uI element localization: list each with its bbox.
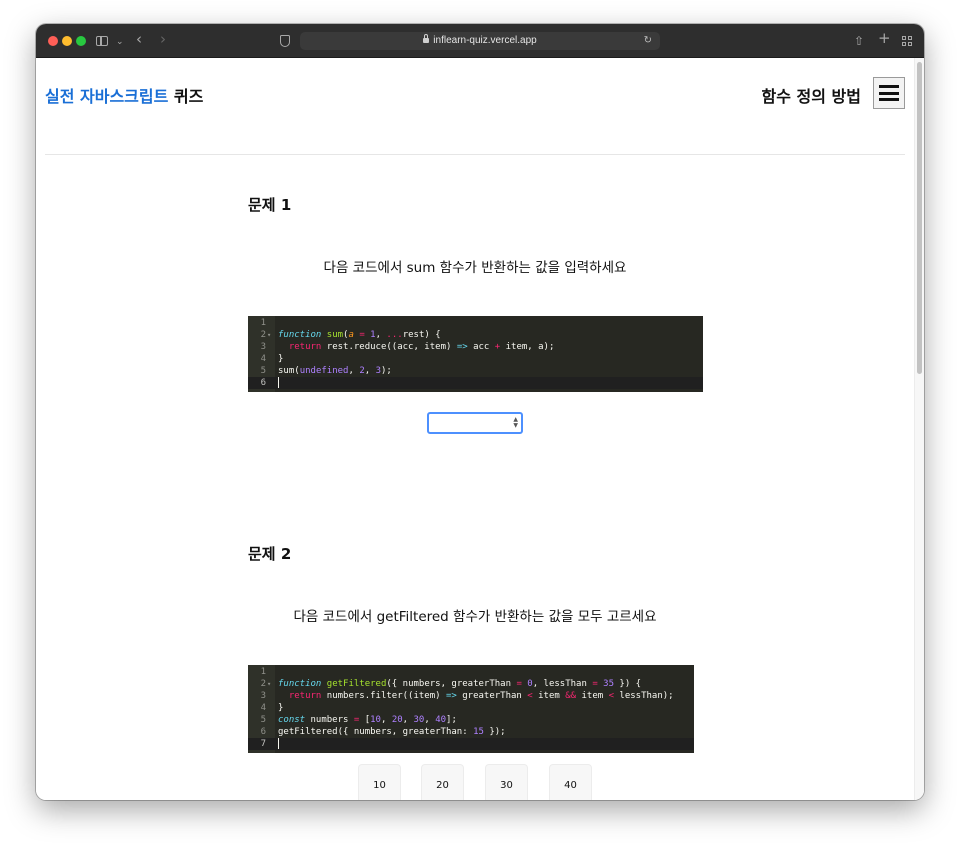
question-2-title: 문제 2 (248, 545, 292, 563)
option-button-30[interactable]: 30 (485, 764, 528, 800)
hamburger-icon-bar (879, 91, 899, 95)
option-button-20[interactable]: 20 (421, 764, 464, 800)
site-header: 실전 자바스크립트 퀴즈 함수 정의 방법 (36, 58, 914, 154)
tab-overview-icon[interactable] (902, 36, 912, 46)
chevron-down-icon[interactable]: ⌄ (116, 34, 124, 50)
code-editor-2[interactable]: 1 2 ▾ function getFiltered({ numbers, grea… (248, 665, 694, 753)
page-content: 실전 자바스크립트 퀴즈 함수 정의 방법 문제 1 다음 코드에서 sum 함… (36, 58, 924, 800)
site-title[interactable]: 실전 자바스크립트 퀴즈 (45, 83, 203, 107)
stepper-arrows-icon[interactable]: ▲ ▼ (513, 417, 518, 429)
new-tab-icon[interactable]: + (878, 30, 891, 46)
zoom-window-button[interactable] (76, 36, 86, 46)
url-text: inflearn-quiz.vercel.app (433, 35, 537, 46)
minimize-window-button[interactable] (62, 36, 72, 46)
forward-icon[interactable]: › (160, 31, 166, 47)
share-icon[interactable]: ⇧ (854, 33, 864, 49)
question-1-text: 다음 코드에서 sum 함수가 반환하는 값을 입력하세요 (323, 260, 627, 276)
hamburger-icon-bar (879, 85, 899, 88)
option-button-10[interactable]: 10 (358, 764, 401, 800)
code-editor-1[interactable]: 1 2 ▾ function sum(a = 1, ...rest) { 3 ret… (248, 316, 703, 392)
page-title: 함수 정의 방법 (761, 87, 861, 106)
answer-number-input[interactable]: ▲ ▼ (427, 412, 523, 434)
site-title-accent: 실전 자바스크립트 (45, 87, 169, 106)
scrollbar-thumb[interactable] (917, 62, 922, 374)
text-cursor (278, 738, 279, 749)
site-title-rest: 퀴즈 (168, 87, 204, 106)
sidebar-icon[interactable] (96, 36, 108, 46)
vertical-scrollbar[interactable] (914, 58, 924, 800)
hamburger-menu-button[interactable] (873, 77, 905, 109)
option-button-40[interactable]: 40 (549, 764, 592, 800)
hamburger-icon-bar (879, 98, 899, 101)
back-icon[interactable]: ‹ (136, 31, 142, 47)
header-divider (45, 154, 905, 155)
browser-toolbar: ⌄ ‹ › inflearn-quiz.vercel.app ↻ ⇧ + (36, 24, 924, 58)
privacy-shield-icon[interactable] (280, 35, 290, 47)
close-window-button[interactable] (48, 36, 58, 46)
question-2-text: 다음 코드에서 getFiltered 함수가 반환하는 값을 모두 고르세요 (293, 609, 657, 625)
lock-icon (423, 34, 430, 43)
address-bar[interactable]: inflearn-quiz.vercel.app ↻ (300, 32, 660, 50)
question-1-title: 문제 1 (248, 196, 292, 214)
reload-icon[interactable]: ↻ (644, 32, 652, 50)
text-cursor (278, 377, 279, 388)
browser-window: ⌄ ‹ › inflearn-quiz.vercel.app ↻ ⇧ + 실전 … (36, 24, 924, 800)
